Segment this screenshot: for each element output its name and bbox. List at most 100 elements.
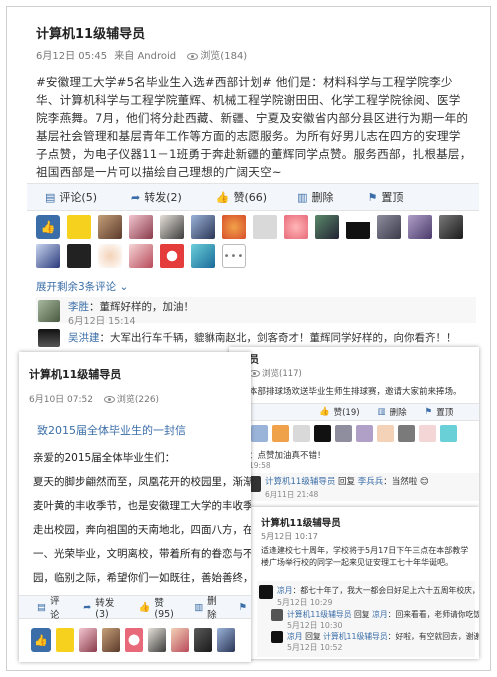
reply-label: 回复 <box>338 477 356 487</box>
avatar[interactable] <box>171 628 189 652</box>
avatar[interactable] <box>36 244 60 268</box>
comment-button[interactable]: ▤ 评论(5) <box>45 189 97 205</box>
avatar[interactable] <box>129 215 153 239</box>
avatar[interactable] <box>272 425 289 442</box>
views-count: 浏览(184) <box>187 51 247 62</box>
avatar[interactable] <box>439 215 463 239</box>
avatar[interactable] <box>191 215 215 239</box>
letter-line: 园，临别之际，希望你们一如既往，善始善终，把最美好的回忆 <box>33 572 251 584</box>
post-body: 本部排球场欢送毕业生师生排球赛，邀请大家前来捧场。 <box>249 387 462 397</box>
trash-icon: ▥ <box>297 190 308 204</box>
letter-headline[interactable]: 致2015届全体毕业生的一封信 <box>37 422 186 438</box>
avatar[interactable] <box>315 215 339 239</box>
post-action-bar: 👍 赞(19) ▥ 删除 ⚑ 置顶 <box>243 403 479 421</box>
avatar[interactable] <box>67 244 91 268</box>
avatar[interactable] <box>259 585 273 599</box>
avatar[interactable] <box>377 425 394 442</box>
letter-line: 走出校园，奔向祖国的天南地北，四面八方，在此，我们真诚地 <box>33 524 251 536</box>
avatar[interactable] <box>440 425 457 442</box>
avatar[interactable] <box>314 425 331 442</box>
avatar[interactable] <box>253 215 277 239</box>
avatar[interactable] <box>251 425 268 442</box>
avatar[interactable] <box>284 215 308 239</box>
avatar[interactable] <box>56 628 74 652</box>
comment-text: ：回来看看，老师请你吃饭。 <box>387 610 479 619</box>
avatar[interactable] <box>160 244 184 268</box>
avatar[interactable] <box>194 628 212 652</box>
post-date: 6月12日 05:45 <box>36 51 108 62</box>
comment-author[interactable]: 凉月 <box>277 586 293 595</box>
eye-icon <box>187 52 199 60</box>
delete-button[interactable]: ▥ 删除 <box>194 593 222 621</box>
avatar[interactable] <box>419 425 436 442</box>
comment-author[interactable]: 凉月 <box>287 632 303 641</box>
comment-button[interactable]: ▤ 评论 <box>37 593 65 621</box>
thumb-up-icon: 👍 <box>138 601 151 613</box>
avatar[interactable] <box>191 244 215 268</box>
avatar[interactable] <box>125 628 143 652</box>
delete-button[interactable]: ▥ 删除 <box>378 406 407 418</box>
eye-icon <box>103 396 115 403</box>
post-date: 5月12日 10:17 <box>261 532 318 541</box>
comment-text: ：都七十年了，我大一都会日好足上六十五周年校庆，那会我还当保安 <box>292 586 479 595</box>
avatar[interactable] <box>98 244 122 268</box>
like-button[interactable]: 👍 赞(19) <box>319 406 360 418</box>
avatar[interactable] <box>377 215 401 239</box>
pin-button[interactable]: ⚑ <box>238 602 251 613</box>
reply-label: 回复 <box>353 610 370 619</box>
like-thumb-icon[interactable]: 👍 <box>36 215 60 239</box>
views-count: 浏览(226) <box>103 395 159 405</box>
avatar[interactable] <box>335 425 352 442</box>
avatar[interactable] <box>271 609 283 621</box>
comment-author[interactable]: 吴洪建 <box>68 332 100 344</box>
avatar[interactable] <box>217 628 235 652</box>
avatar[interactable] <box>222 215 246 239</box>
top-button[interactable]: ⚑ 置顶 <box>425 406 454 418</box>
post-author[interactable]: 计算机11级辅导员 <box>261 515 341 529</box>
avatar[interactable] <box>293 425 310 442</box>
avatar[interactable] <box>271 631 283 643</box>
like-button[interactable]: 👍 赞(95) <box>139 595 179 620</box>
expand-comments-link[interactable]: 展开剩余3条评论 ⌄ <box>36 279 128 294</box>
avatar[interactable] <box>160 215 184 239</box>
reply-target[interactable]: 李兵兵 <box>358 477 384 487</box>
comment-item: 吴洪建：大军出行车千辆，貔貅南赵北，剑客奇才！董辉同学好样的，向你看齐！！ <box>36 327 476 347</box>
avatar[interactable] <box>129 244 153 268</box>
forward-icon: ➦ <box>83 601 92 613</box>
comment-author[interactable]: 李胜 <box>68 301 89 313</box>
avatar[interactable] <box>79 628 97 652</box>
delete-button[interactable]: ▥ 删除 <box>297 189 333 205</box>
forward-button[interactable]: ➦ 转发(3) <box>83 595 122 620</box>
avatar[interactable] <box>148 628 166 652</box>
reply-target[interactable]: 凉月 <box>372 610 388 619</box>
liker-avatars: 👍 <box>31 628 251 652</box>
avatar[interactable] <box>102 628 120 652</box>
comment-item: 李胜：董辉好样的，加油！ 6月12日 15:14 <box>36 297 476 327</box>
avatar[interactable] <box>346 215 370 239</box>
letter-greeting: 亲爱的2015届全体毕业生们： <box>33 452 176 464</box>
post-author[interactable]: 计算机11级辅导员 <box>29 366 121 382</box>
forward-button[interactable]: ➦ 转发(2) <box>131 189 182 205</box>
avatar[interactable] <box>38 329 60 347</box>
thumb-up-icon: 👍 <box>319 407 330 417</box>
top-button[interactable]: ⚑ 置顶 <box>368 189 404 205</box>
reply-target[interactable]: 计算机11级辅导员 <box>323 632 388 641</box>
like-button[interactable]: 👍 赞(66) <box>216 189 267 205</box>
comment-author[interactable]: 计算机11级辅导员 <box>265 477 335 487</box>
avatar[interactable] <box>38 300 60 322</box>
post-card-3: 员 浏览(117) 本部排球场欢送毕业生师生排球赛，邀请大家前来捧场。 👍 赞(1… <box>229 347 479 507</box>
comment-author[interactable]: 计算机11级辅导员 <box>287 610 352 619</box>
avatar[interactable] <box>67 215 91 239</box>
post-author[interactable]: 计算机11级辅导员 <box>36 23 145 42</box>
more-avatars-button[interactable]: ••• <box>222 244 246 268</box>
avatar[interactable] <box>398 425 415 442</box>
pin-icon: ⚑ <box>238 601 247 613</box>
avatar[interactable] <box>408 215 432 239</box>
like-thumb-icon[interactable]: 👍 <box>31 628 51 652</box>
comment-time: 6月12日 15:14 <box>68 316 136 327</box>
letter-line: 夏天的脚步翩然而至，凤凰花开的校园里，渐渐泛起依依惜别 <box>33 476 251 488</box>
post-meta: 6月10日 07:52 浏览(226) <box>29 392 159 405</box>
avatar[interactable] <box>98 215 122 239</box>
comment-text: ：点赞加油真不错！ <box>249 451 326 461</box>
avatar[interactable] <box>356 425 373 442</box>
